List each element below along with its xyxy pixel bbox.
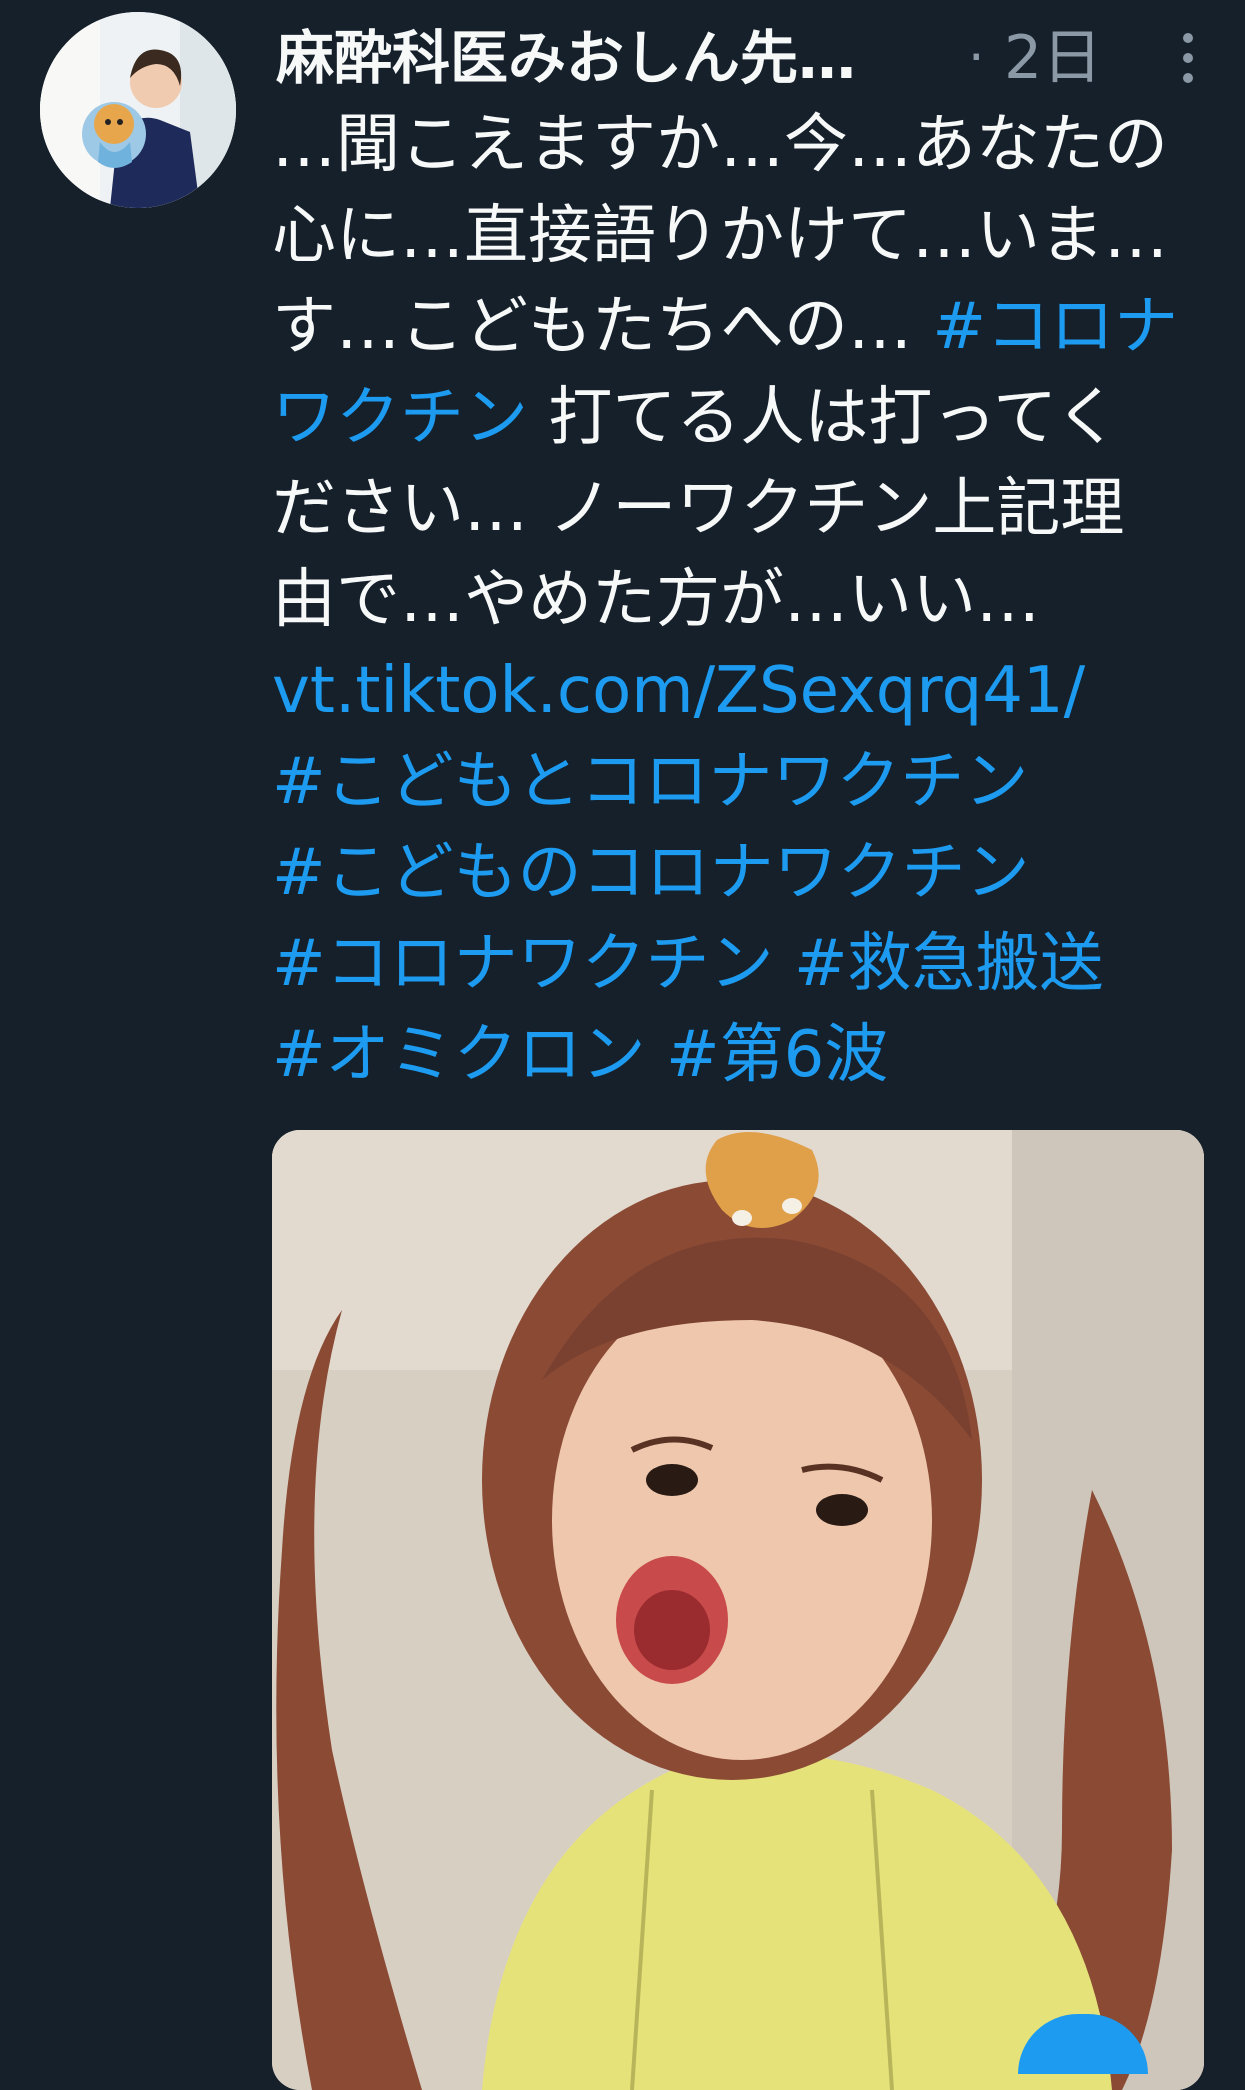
separator-dot: · (968, 28, 985, 88)
hashtag-link[interactable]: #こどものコロナワクチン (272, 836, 1030, 910)
tweet-text-segment: す…こどもたちへの… (272, 290, 933, 364)
tweet-text-line: ださい… ノーワクチン上記理 (272, 464, 1232, 555)
tweet-text-line: す…こどもたちへの… #コロナ (272, 282, 1232, 373)
avatar-image (40, 12, 236, 208)
hashtag-link[interactable]: #こどもとコロナワクチン (272, 745, 1028, 819)
hashtag-link[interactable]: #救急搬送 (794, 927, 1104, 1001)
hashtag-link[interactable]: #コロナ (932, 290, 1178, 364)
tweet-text-segment: 打てる人は打ってく (528, 381, 1120, 455)
tweet-header: 麻酔科医みおしん先… · 2日 (272, 14, 1212, 94)
tweet-text: …聞こえますか…今…あなたの 心に…直接語りかけて…いま… す…こどもたちへの… #… (272, 100, 1232, 1101)
tweet-text-line: #こどもとコロナワクチン (272, 737, 1232, 828)
more-vertical-icon (1183, 33, 1193, 83)
hashtag-link[interactable]: #コロナワクチン (272, 927, 774, 1001)
tweet-text-segment: …聞こえますか…今…あなたの (272, 108, 1168, 182)
tweet-text-line: #こどものコロナワクチン (272, 828, 1232, 919)
tweet[interactable]: 麻酔科医みおしん先… · 2日 …聞こえますか…今…あなたの 心に…直接語りかけて… (0, 0, 1245, 2090)
hashtag-link[interactable]: #オミクロン (272, 1018, 646, 1092)
timestamp[interactable]: 2日 (1004, 18, 1102, 98)
media-image[interactable] (272, 1130, 1204, 2090)
hashtag-link[interactable]: #第6波 (666, 1018, 888, 1092)
author-name[interactable]: 麻酔科医みおしん先… (276, 18, 856, 98)
tweet-text-segment: 心に…直接語りかけて…いま… (272, 199, 1168, 273)
tweet-text-segment: 由で…やめた方が…いい… (272, 563, 1040, 637)
tweet-text-line: …聞こえますか…今…あなたの (272, 100, 1232, 191)
tweet-text-line: 由で…やめた方が…いい… (272, 555, 1232, 646)
hashtag-link[interactable]: ワクチン (272, 381, 528, 455)
more-button[interactable] (1158, 26, 1218, 90)
tweet-text-line: vt.tiktok.com/ZSexqrq41/ (272, 646, 1232, 737)
tweet-text-segment (646, 1018, 666, 1092)
tweet-text-segment: ださい… ノーワクチン上記理 (272, 472, 1125, 546)
tweet-text-segment (774, 927, 794, 1001)
tweet-text-line: ワクチン 打てる人は打ってく (272, 373, 1232, 464)
tweet-text-line: #コロナワクチン #救急搬送 (272, 919, 1232, 1010)
tweet-text-line: #オミクロン #第6波 (272, 1010, 1232, 1101)
tweet-text-line: 心に…直接語りかけて…いま… (272, 191, 1232, 282)
video-thumbnail (272, 1130, 1204, 2090)
avatar[interactable] (40, 12, 236, 208)
url-link[interactable]: vt.tiktok.com/ZSexqrq41/ (272, 654, 1085, 728)
